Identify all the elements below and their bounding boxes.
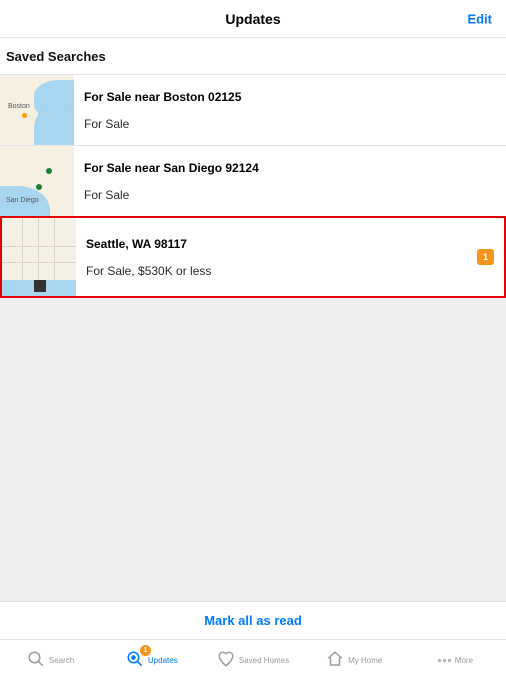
map-thumbnail: San Diego	[0, 146, 74, 216]
saved-search-row-highlighted[interactable]: Seattle, WA 98117 For Sale, $530K or les…	[0, 216, 506, 298]
search-subtitle: For Sale, $530K or less	[86, 264, 477, 278]
row-text: Seattle, WA 98117 For Sale, $530K or les…	[76, 237, 477, 278]
search-subtitle: For Sale	[84, 117, 496, 131]
tab-my-home[interactable]: My Home	[304, 650, 405, 670]
saved-search-row[interactable]: San Diego For Sale near San Diego 92124 …	[0, 146, 506, 217]
search-subtitle: For Sale	[84, 188, 496, 202]
tab-saved-homes[interactable]: Saved Homes	[202, 650, 303, 670]
home-icon	[326, 650, 344, 670]
row-text: For Sale near Boston 02125 For Sale	[74, 90, 496, 131]
tab-label: Saved Homes	[239, 656, 289, 665]
mark-all-read-button[interactable]: Mark all as read	[0, 601, 506, 640]
update-count-badge: 1	[477, 249, 494, 265]
tab-label: My Home	[348, 656, 382, 665]
tab-label: More	[455, 656, 473, 665]
tab-search[interactable]: Search	[0, 650, 101, 670]
tab-updates[interactable]: 1 Updates	[101, 650, 202, 670]
heart-icon	[217, 650, 235, 670]
edit-button[interactable]: Edit	[467, 11, 492, 26]
search-icon	[27, 650, 45, 670]
search-title: For Sale near Boston 02125	[84, 90, 496, 104]
tab-label: Updates	[148, 656, 178, 665]
page-title: Updates	[225, 11, 280, 27]
updates-icon: 1	[126, 650, 144, 670]
search-title: For Sale near San Diego 92124	[84, 161, 496, 175]
saved-searches-list: Boston For Sale near Boston 02125 For Sa…	[0, 75, 506, 298]
row-text: For Sale near San Diego 92124 For Sale	[74, 161, 496, 202]
saved-search-row[interactable]: Boston For Sale near Boston 02125 For Sa…	[0, 75, 506, 146]
tab-more[interactable]: More	[405, 656, 506, 665]
tab-bar: Search 1 Updates Saved Homes My Home	[0, 640, 506, 680]
footer: Mark all as read Search 1 Updates Saved …	[0, 601, 506, 680]
updates-badge: 1	[140, 645, 151, 656]
map-thumbnail: Boston	[0, 75, 74, 145]
search-title: Seattle, WA 98117	[86, 237, 477, 251]
section-header: Saved Searches	[0, 38, 506, 75]
section-title: Saved Searches	[6, 49, 106, 64]
tab-label: Search	[49, 656, 74, 665]
more-icon	[438, 659, 451, 662]
header: Updates Edit	[0, 0, 506, 38]
map-thumbnail	[2, 218, 76, 296]
